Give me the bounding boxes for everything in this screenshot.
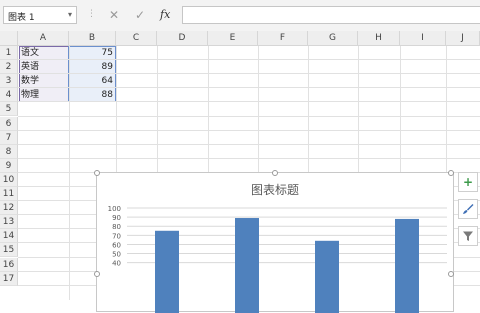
row-header[interactable]: 15 — [0, 243, 18, 258]
row-header[interactable]: 14 — [0, 229, 18, 244]
y-tick-label: 50 — [112, 251, 121, 259]
resize-handle[interactable] — [94, 170, 100, 176]
cell-value[interactable]: 75 — [70, 46, 113, 60]
resize-handle[interactable] — [448, 271, 454, 277]
y-tick-label: 80 — [112, 223, 121, 231]
formula-bar: 图表 1 ▾ ⋮ ✕ ✓ fx — [0, 0, 480, 32]
row-header[interactable]: 17 — [0, 271, 18, 286]
row-header[interactable]: 13 — [0, 215, 18, 230]
column-header-a[interactable]: A — [18, 31, 69, 46]
row-gridline — [18, 157, 480, 159]
row-header[interactable]: 1 — [0, 46, 18, 60]
bar-数学 — [315, 240, 339, 313]
column-header-e[interactable]: E — [208, 31, 258, 46]
chart-object[interactable]: 图表标题 100 90 80 70 60 50 40 — [94, 170, 455, 313]
column-header-i[interactable]: I — [400, 31, 446, 46]
select-all-corner[interactable] — [0, 31, 18, 46]
row-gridline — [18, 129, 480, 131]
filter-icon — [463, 231, 473, 241]
bar-物理 — [395, 218, 419, 313]
row-header[interactable]: 12 — [0, 201, 18, 216]
row-header[interactable]: 8 — [0, 144, 18, 159]
column-header-b[interactable]: B — [69, 31, 116, 46]
column-header-f[interactable]: F — [258, 31, 308, 46]
confirm-icon[interactable]: ✓ — [131, 6, 149, 24]
row-header[interactable]: 2 — [0, 60, 18, 75]
name-box-value: 图表 1 — [8, 13, 35, 23]
chart-plot-area[interactable]: 10090807060 5040 — [97, 173, 455, 313]
add-icon: + — [462, 175, 474, 189]
row-header[interactable]: 6 — [0, 116, 18, 131]
cell-label[interactable]: 语文 — [21, 46, 67, 60]
vertical-dots-icon: ⋮ — [87, 9, 96, 19]
chevron-down-icon[interactable]: ▾ — [68, 10, 72, 19]
resize-handle[interactable] — [448, 170, 454, 176]
column-header-d[interactable]: D — [157, 31, 208, 46]
row-header[interactable]: 3 — [0, 74, 18, 89]
row-header[interactable]: 16 — [0, 257, 18, 272]
chart-styles-button[interactable] — [458, 199, 478, 219]
formula-input[interactable] — [182, 6, 480, 24]
row-header[interactable]: 10 — [0, 172, 18, 187]
bar-语文 — [155, 230, 179, 313]
resize-handle[interactable] — [94, 271, 100, 277]
chart-filters-button[interactable] — [458, 226, 478, 246]
y-tick-label: 40 — [112, 260, 121, 268]
column-header-g[interactable]: G — [308, 31, 358, 46]
row-header[interactable]: 4 — [0, 88, 18, 103]
row-header[interactable]: 11 — [0, 187, 18, 201]
column-header-j[interactable]: J — [446, 31, 480, 46]
cell-value[interactable]: 64 — [70, 74, 113, 88]
y-tick-label: 100 — [108, 205, 121, 213]
cancel-icon[interactable]: ✕ — [105, 6, 123, 24]
cell-label[interactable]: 物理 — [21, 88, 67, 102]
y-tick-label: 60 — [112, 241, 121, 249]
row-gridline — [18, 143, 480, 145]
cell-value[interactable]: 89 — [70, 60, 113, 74]
column-header-h[interactable]: H — [358, 31, 400, 46]
y-tick-label: 90 — [112, 214, 121, 222]
bar-英语 — [235, 218, 259, 313]
resize-handle[interactable] — [272, 170, 278, 176]
insert-function-button[interactable]: fx — [160, 6, 170, 24]
y-tick-label: 70 — [112, 232, 121, 240]
row-gridline — [18, 115, 480, 117]
cell-label[interactable]: 数学 — [21, 74, 67, 88]
chart-elements-button[interactable]: + — [458, 172, 478, 192]
cell-label[interactable]: 英语 — [21, 60, 67, 74]
row-header[interactable]: 9 — [0, 158, 18, 173]
row-header[interactable]: 7 — [0, 130, 18, 145]
brush-icon — [463, 204, 474, 214]
row-header[interactable]: 5 — [0, 102, 18, 117]
column-header-c[interactable]: C — [116, 31, 157, 46]
name-box[interactable]: 图表 1 ▾ — [3, 6, 77, 24]
cell-value[interactable]: 88 — [70, 88, 113, 102]
